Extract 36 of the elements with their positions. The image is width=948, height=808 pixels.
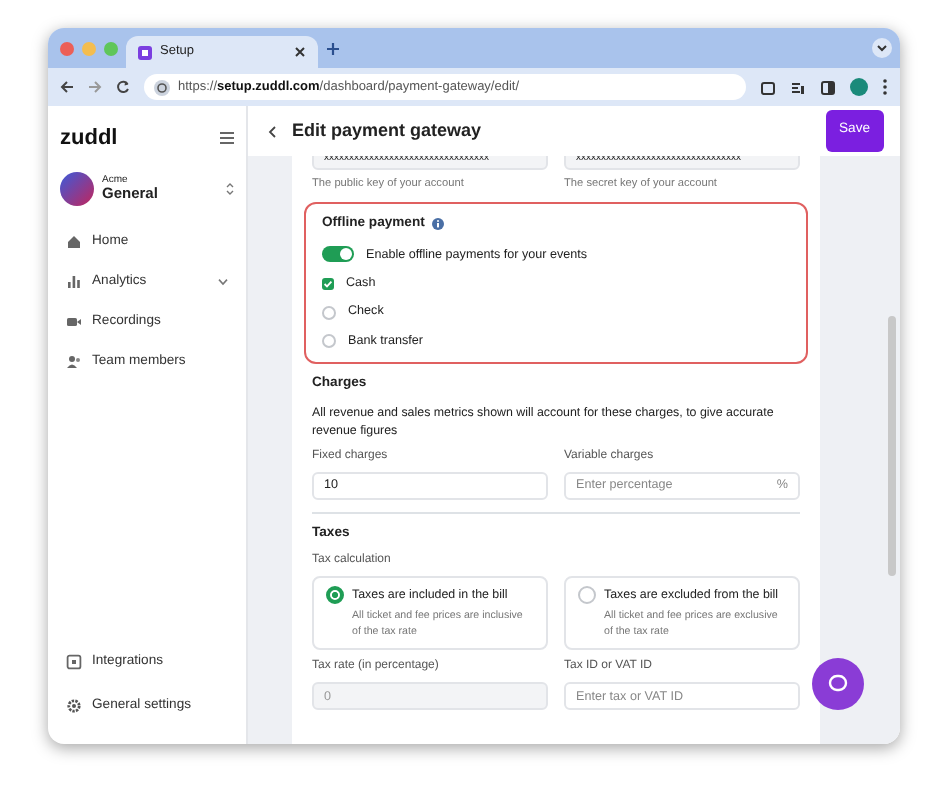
- tab-menu-icon[interactable]: [872, 38, 892, 58]
- radio-button[interactable]: [578, 586, 596, 605]
- media-icon[interactable]: [790, 79, 806, 95]
- minimize-dot[interactable]: [82, 41, 96, 55]
- integration-icon: [66, 653, 82, 670]
- bar-chart-icon: [66, 273, 82, 290]
- toggle-switch[interactable]: [322, 246, 354, 263]
- sort-icon: [226, 181, 234, 195]
- reload-icon[interactable]: [116, 80, 130, 94]
- back-icon[interactable]: [60, 80, 74, 94]
- menu-icon[interactable]: [220, 132, 234, 145]
- close-icon[interactable]: [294, 46, 306, 58]
- favicon-icon: [138, 45, 152, 59]
- maximize-dot[interactable]: [104, 41, 118, 55]
- home-icon: [66, 233, 82, 250]
- checkbox[interactable]: [322, 334, 336, 349]
- org-avatar-icon: [60, 171, 94, 205]
- scrollbar-thumb[interactable]: [888, 316, 896, 576]
- new-tab-icon[interactable]: [326, 41, 340, 55]
- extension-icon[interactable]: [760, 79, 776, 95]
- side-panel-icon[interactable]: [820, 79, 836, 95]
- site-info-icon: [154, 79, 170, 95]
- radio-button[interactable]: [326, 586, 344, 605]
- checkbox[interactable]: [322, 305, 336, 320]
- info-icon: [432, 218, 445, 231]
- close-dot[interactable]: [60, 41, 74, 55]
- settings-icon: [66, 697, 82, 714]
- video-camera-icon: [66, 313, 82, 330]
- back-chevron-icon[interactable]: [268, 125, 276, 137]
- people-icon: [66, 354, 82, 371]
- profile-avatar-icon[interactable]: [850, 78, 868, 96]
- chat-icon: [828, 674, 848, 694]
- page-title: Edit payment gateway: [292, 120, 484, 142]
- logo-text: zuddl: [60, 124, 118, 154]
- more-icon[interactable]: [882, 78, 888, 96]
- chevron-down-icon: [218, 277, 228, 286]
